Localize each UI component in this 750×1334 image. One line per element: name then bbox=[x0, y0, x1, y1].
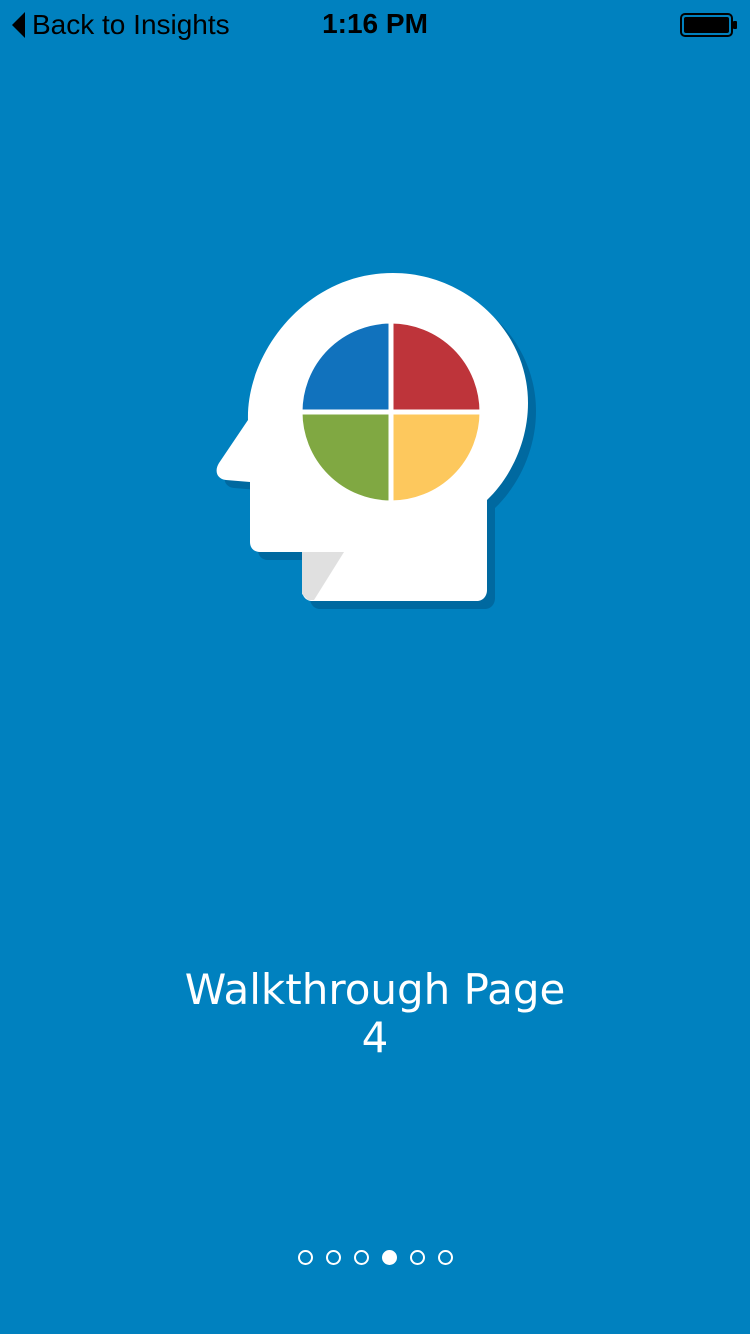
page-dot[interactable] bbox=[353, 1250, 369, 1265]
walkthrough-screen: Back to Insights 1:16 PM Walkthrough Pag… bbox=[0, 0, 750, 1334]
battery-full-icon bbox=[680, 13, 737, 37]
page-dot-active[interactable] bbox=[381, 1250, 397, 1265]
head-with-pie-chart-icon bbox=[216, 273, 537, 609]
page-dot[interactable] bbox=[437, 1250, 453, 1265]
page-dot[interactable] bbox=[409, 1250, 425, 1265]
page-dot[interactable] bbox=[297, 1250, 313, 1265]
status-time: 1:16 PM bbox=[322, 8, 428, 39]
page-title-line-2: 4 bbox=[361, 1013, 389, 1062]
page-title: Walkthrough Page 4 bbox=[75, 966, 675, 1062]
status-bar: Back to Insights 1:16 PM bbox=[0, 0, 750, 48]
head-with-pie-chart-illustration bbox=[210, 268, 550, 618]
page-dot[interactable] bbox=[325, 1250, 341, 1265]
page-indicator[interactable] bbox=[0, 1250, 750, 1265]
page-title-line-1: Walkthrough Page bbox=[184, 965, 566, 1014]
